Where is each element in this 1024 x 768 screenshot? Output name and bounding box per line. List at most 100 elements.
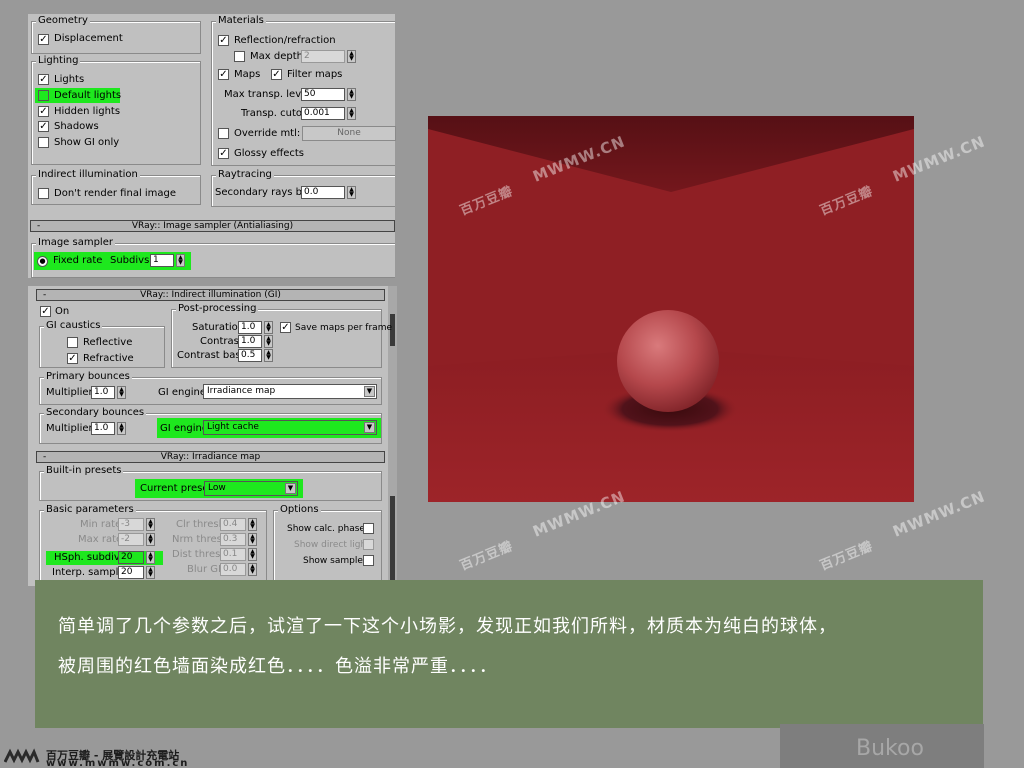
contrast-base-input[interactable]: 0.5 (238, 349, 262, 362)
subdivs-input[interactable]: 1 (150, 254, 174, 267)
post-processing-group: Post-processing Saturation: 1.0 ▲ ▼ ✓ Sav… (171, 303, 392, 368)
show-direct-label: Show direct light (294, 540, 370, 550)
irradiance-rollout[interactable]: - VRay:: Irradiance map (36, 451, 385, 463)
options-group: Options Show calc. phase Show direct lig… (273, 504, 382, 582)
saturation-input[interactable]: 1.0 (238, 321, 262, 334)
reflection-refraction-label: Reflection/refraction (234, 35, 336, 46)
primary-bounces-label: Primary bounces (44, 371, 132, 383)
override-mtl-button[interactable]: None (302, 126, 396, 141)
refractive-checkbox[interactable]: ✓ (67, 353, 78, 364)
clr-thresh-spinner[interactable]: ▲ ▼ (248, 518, 257, 531)
gi-on-checkbox[interactable]: ✓ (40, 306, 51, 317)
dist-thresh-input[interactable]: 0.1 (220, 548, 246, 561)
filter-maps-checkbox[interactable]: ✓ (271, 69, 282, 80)
primary-multiplier-spinner[interactable]: ▲ ▼ (117, 386, 126, 399)
author-box: Bukoo (780, 724, 984, 768)
image-sampler-label: Image sampler (36, 237, 115, 249)
secondary-bias-spinner[interactable]: ▲ ▼ (347, 186, 356, 199)
secondary-multiplier-label: Multiplier: (46, 423, 96, 434)
max-rate-spinner[interactable]: ▲ ▼ (146, 533, 155, 546)
show-samples-checkbox[interactable] (363, 555, 374, 566)
hidden-lights-label: Hidden lights (54, 106, 121, 117)
secondary-bounces-label: Secondary bounces (44, 407, 147, 419)
show-calc-checkbox[interactable] (363, 523, 374, 534)
displacement-checkbox[interactable]: ✓ (38, 34, 49, 45)
save-maps-checkbox[interactable]: ✓ (280, 322, 291, 333)
image-sampler-rollout[interactable]: - VRay:: Image sampler (Antialiasing) (30, 220, 395, 232)
render-scene (428, 116, 914, 502)
gi-on-label: On (55, 306, 70, 317)
primary-engine-label: GI engine: (158, 387, 210, 398)
max-depth-spinner[interactable]: ▲ ▼ (347, 50, 356, 63)
primary-multiplier-input[interactable]: 1.0 (91, 386, 115, 399)
contrast-spinner[interactable]: ▲ ▼ (264, 335, 273, 348)
max-rate-input[interactable]: -2 (118, 533, 144, 546)
current-preset-dropdown[interactable]: Low ▼ (204, 481, 298, 496)
gi-rollout[interactable]: - VRay:: Indirect illumination (GI) (36, 289, 385, 301)
max-depth-input[interactable]: 2 (301, 50, 345, 63)
hidden-lights-checkbox[interactable]: ✓ (38, 106, 49, 117)
materials-group: Materials ✓ Reflection/refraction Max de… (211, 15, 396, 166)
scrollbar-thumb-lower[interactable] (390, 496, 395, 586)
show-gi-only-checkbox[interactable] (38, 137, 49, 148)
gi-caustics-label: GI caustics (44, 320, 103, 332)
render-settings-panel-top: Geometry ✓ Displacement Lighting ✓ Light… (28, 14, 396, 278)
contrast-input[interactable]: 1.0 (238, 335, 262, 348)
dont-render-label: Don't render final image (54, 188, 177, 199)
blur-gi-spinner[interactable]: ▲ ▼ (248, 563, 257, 576)
dont-render-checkbox[interactable] (38, 188, 49, 199)
hsph-subdivs-input[interactable]: 20 (118, 551, 144, 564)
max-depth-checkbox[interactable] (234, 51, 245, 62)
subdivs-spinner[interactable]: ▲ ▼ (176, 254, 185, 267)
secondary-multiplier-input[interactable]: 1.0 (91, 422, 115, 435)
interp-samples-spinner[interactable]: ▲ ▼ (146, 566, 155, 579)
default-lights-checkbox[interactable] (38, 90, 49, 101)
contrast-base-spinner[interactable]: ▲ ▼ (264, 349, 273, 362)
primary-multiplier-label: Multiplier: (46, 387, 96, 398)
hsph-subdivs-spinner[interactable]: ▲ ▼ (146, 551, 155, 564)
default-lights-label: Default lights (54, 90, 122, 101)
filter-maps-label: Filter maps (287, 69, 343, 80)
maps-checkbox[interactable]: ✓ (218, 69, 229, 80)
secondary-bias-input[interactable]: 0.0 (301, 186, 345, 199)
secondary-multiplier-spinner[interactable]: ▲ ▼ (117, 422, 126, 435)
reflection-refraction-checkbox[interactable]: ✓ (218, 35, 229, 46)
reflective-checkbox[interactable] (67, 337, 78, 348)
secondary-engine-dropdown[interactable]: Light cache ▼ (203, 420, 377, 435)
show-gi-only-label: Show GI only (54, 137, 120, 148)
clr-thresh-input[interactable]: 0.4 (220, 518, 246, 531)
blur-gi-label: Blur GI: (187, 564, 225, 575)
primary-engine-dropdown[interactable]: Irradiance map ▼ (203, 384, 377, 399)
image-sampler-rollout-title: VRay:: Image sampler (Antialiasing) (131, 221, 294, 231)
max-transp-spinner[interactable]: ▲ ▼ (347, 88, 356, 101)
min-rate-input[interactable]: -3 (118, 518, 144, 531)
dist-thresh-spinner[interactable]: ▲ ▼ (248, 548, 257, 561)
caption-box: 简单调了几个参数之后，试渲了一下这个小场影，发现正如我们所料，材质本为纯白的球体… (35, 580, 983, 728)
transp-cutoff-input[interactable]: 0.001 (301, 107, 345, 120)
shadows-checkbox[interactable]: ✓ (38, 121, 49, 132)
transp-cutoff-spinner[interactable]: ▲ ▼ (347, 107, 356, 120)
caption-line-1: 简单调了几个参数之后，试渲了一下这个小场影，发现正如我们所料，材质本为纯白的球体… (58, 616, 837, 637)
blur-gi-input[interactable]: 0.0 (220, 563, 246, 576)
lighting-group: Lighting ✓ Lights Default lights ✓ Hidde… (31, 55, 201, 165)
raytracing-group: Raytracing Secondary rays bias 0.0 ▲ ▼ (211, 169, 395, 207)
chevron-down-icon: ▼ (364, 422, 375, 433)
glossy-effects-checkbox[interactable]: ✓ (218, 148, 229, 159)
brand-logo-icon (4, 748, 40, 764)
show-direct-checkbox[interactable] (363, 539, 374, 550)
author-name: Bukoo (856, 736, 924, 761)
saturation-spinner[interactable]: ▲ ▼ (264, 321, 273, 334)
max-transp-input[interactable]: 50 (301, 88, 345, 101)
min-rate-spinner[interactable]: ▲ ▼ (146, 518, 155, 531)
fixed-rate-radio[interactable]: ● (37, 256, 48, 267)
options-label: Options (278, 504, 321, 516)
nrm-thresh-input[interactable]: 0.3 (220, 533, 246, 546)
interp-samples-input[interactable]: 20 (118, 566, 144, 579)
nrm-thresh-spinner[interactable]: ▲ ▼ (248, 533, 257, 546)
indirect-illumination-group: Indirect illumination Don't render final… (31, 169, 201, 205)
basic-parameters-label: Basic parameters (44, 504, 136, 516)
lights-checkbox[interactable]: ✓ (38, 74, 49, 85)
materials-group-label: Materials (216, 15, 266, 27)
override-mtl-checkbox[interactable] (218, 128, 229, 139)
primary-engine-value: Irradiance map (207, 386, 276, 396)
